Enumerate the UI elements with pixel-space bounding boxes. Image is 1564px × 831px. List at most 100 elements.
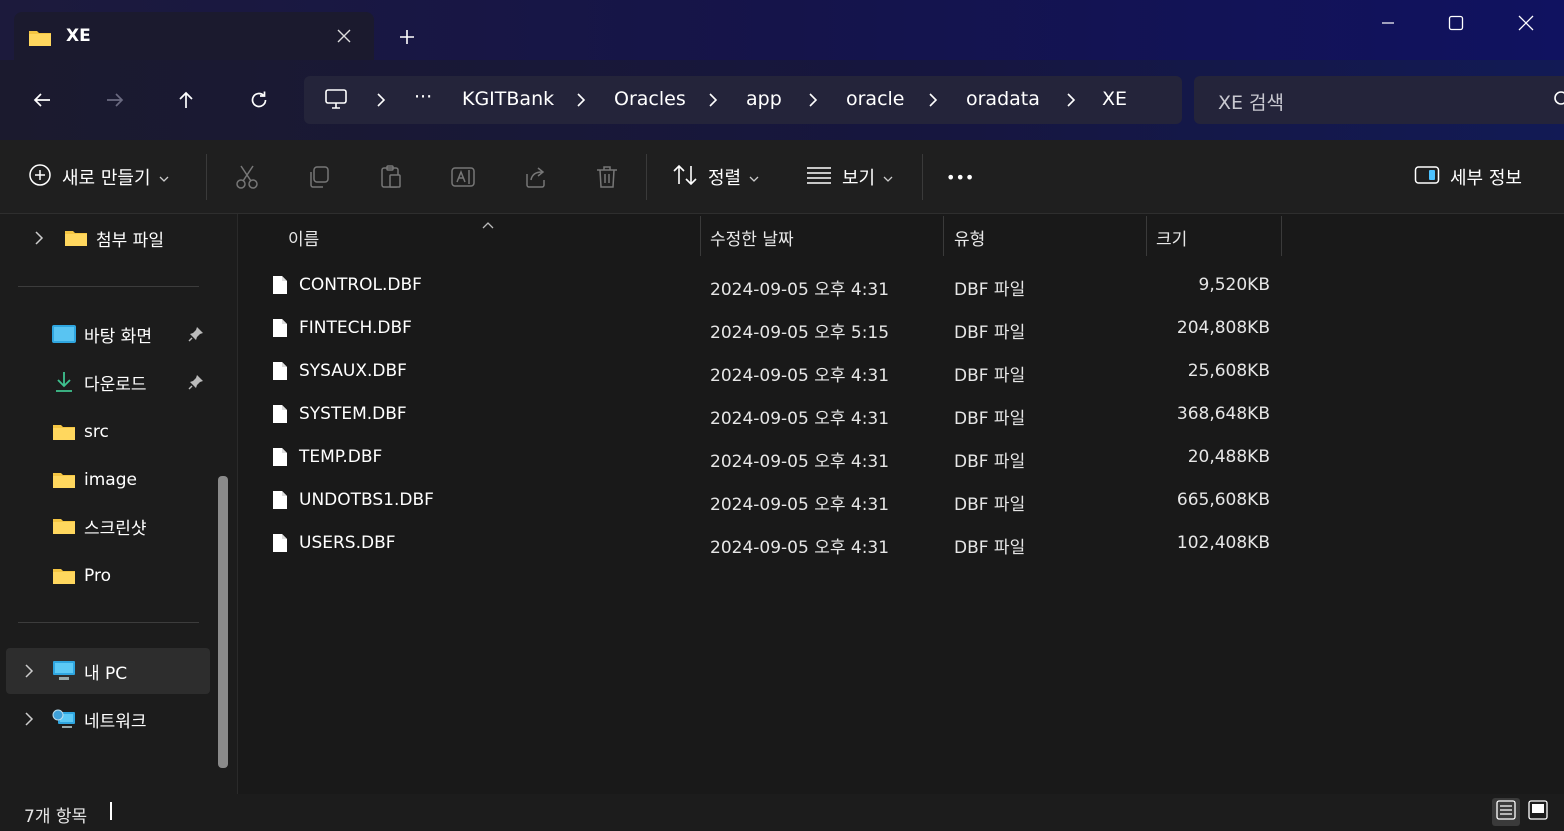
column-header-name[interactable]: 이름 xyxy=(288,214,319,260)
file-size: 25,608KB xyxy=(1187,361,1270,381)
file-size: 204,808KB xyxy=(1176,318,1270,338)
address-bar[interactable]: ··· KGITBank Oracles app oracle oradata … xyxy=(304,76,1182,124)
chevron-right-icon[interactable] xyxy=(32,228,46,248)
file-date: 2024-09-05 오후 4:31 xyxy=(710,366,890,386)
tiles-view-button[interactable] xyxy=(1524,798,1552,826)
file-date: 2024-09-05 오후 4:31 xyxy=(710,538,890,558)
new-tab-button[interactable] xyxy=(392,22,422,52)
refresh-button[interactable] xyxy=(243,84,275,116)
chevron-right-icon[interactable] xyxy=(22,661,36,681)
tab-xe[interactable]: XE xyxy=(14,12,374,60)
maximize-button[interactable] xyxy=(1436,8,1476,38)
chevron-right-icon[interactable] xyxy=(708,92,718,112)
breadcrumb-item[interactable]: oracle xyxy=(846,88,905,110)
chevron-right-icon[interactable] xyxy=(1066,92,1076,112)
tiles-view-icon xyxy=(1528,799,1548,825)
search-input[interactable]: XE 검색 xyxy=(1218,88,1284,115)
paste-icon[interactable] xyxy=(376,162,406,192)
column-header-type[interactable]: 유형 xyxy=(954,214,985,260)
table-row[interactable]: UNDOTBS1.DBF 2024-09-05 오후 4:31 DBF 파일 6… xyxy=(240,480,1564,523)
sidebar-item-pro[interactable]: Pro xyxy=(52,554,111,598)
breadcrumb-item[interactable]: app xyxy=(746,88,782,110)
table-row[interactable]: USERS.DBF 2024-09-05 오후 4:31 DBF 파일 102,… xyxy=(240,523,1564,566)
sidebar-item-this-pc[interactable]: 내 PC xyxy=(22,649,127,693)
rename-icon[interactable] xyxy=(448,162,478,192)
forward-button[interactable] xyxy=(99,84,131,116)
column-header-date[interactable]: 수정한 날짜 xyxy=(710,214,794,260)
sidebar-item-attachments[interactable]: 첨부 파일 xyxy=(32,216,164,260)
back-button[interactable] xyxy=(26,84,58,116)
folder-icon xyxy=(52,516,76,536)
file-type: DBF 파일 xyxy=(954,323,1026,343)
breadcrumb-current[interactable]: XE xyxy=(1102,88,1127,110)
view-list-icon xyxy=(806,165,832,190)
chevron-right-icon[interactable] xyxy=(928,92,938,112)
sidebar-item-network[interactable]: 네트워크 xyxy=(22,697,147,741)
item-count: 7개 항목 xyxy=(24,807,88,827)
chevron-down-icon xyxy=(883,167,893,188)
sidebar-item-label: 네트워크 xyxy=(84,711,147,732)
close-tab-icon[interactable] xyxy=(330,22,358,50)
chevron-right-icon[interactable] xyxy=(22,709,36,729)
minimize-button[interactable] xyxy=(1368,8,1408,38)
file-icon xyxy=(272,404,288,429)
share-icon[interactable] xyxy=(520,162,550,192)
table-row[interactable]: TEMP.DBF 2024-09-05 오후 4:31 DBF 파일 20,48… xyxy=(240,437,1564,480)
sidebar-item-label: 다운로드 xyxy=(84,374,147,395)
column-divider[interactable] xyxy=(1281,216,1282,256)
sidebar-scrollbar[interactable] xyxy=(218,476,228,768)
sidebar-item-screenshots[interactable]: 스크린샷 xyxy=(52,504,147,548)
column-divider[interactable] xyxy=(943,216,944,256)
file-date: 2024-09-05 오후 5:15 xyxy=(710,323,890,343)
delete-icon[interactable] xyxy=(592,162,622,192)
file-list: 이름 수정한 날짜 유형 크기 CONTROL.DBF 2024-09-05 오… xyxy=(240,214,1564,794)
sort-button[interactable]: 정렬 xyxy=(672,160,759,194)
pin-icon[interactable] xyxy=(188,374,207,395)
close-window-button[interactable] xyxy=(1506,8,1546,38)
more-options-button[interactable]: ••• xyxy=(946,160,974,194)
file-icon xyxy=(272,275,288,300)
breadcrumb-item[interactable]: Oracles xyxy=(614,88,686,110)
file-date: 2024-09-05 오후 4:31 xyxy=(710,409,890,429)
chevron-down-icon xyxy=(749,167,759,188)
breadcrumb-ellipsis[interactable]: ··· xyxy=(414,86,432,108)
sidebar-item-label: 첨부 파일 xyxy=(96,230,164,251)
table-row[interactable]: SYSAUX.DBF 2024-09-05 오후 4:31 DBF 파일 25,… xyxy=(240,351,1564,394)
sidebar-item-image[interactable]: image xyxy=(52,458,137,502)
column-divider[interactable] xyxy=(1146,216,1147,256)
chevron-right-icon[interactable] xyxy=(376,92,386,112)
file-icon xyxy=(272,490,288,515)
copy-icon[interactable] xyxy=(304,162,334,192)
file-size: 368,648KB xyxy=(1176,404,1270,424)
table-row[interactable]: CONTROL.DBF 2024-09-05 오후 4:31 DBF 파일 9,… xyxy=(240,265,1564,308)
breadcrumb-item[interactable]: KGITBank xyxy=(462,88,554,110)
chevron-right-icon[interactable] xyxy=(808,92,818,112)
column-header-size[interactable]: 크기 xyxy=(1156,214,1187,260)
search-box[interactable]: XE 검색 xyxy=(1194,76,1564,124)
new-button[interactable]: 새로 만들기 xyxy=(28,160,169,194)
pin-icon[interactable] xyxy=(188,326,207,347)
status-bar: 7개 항목 xyxy=(0,794,1564,831)
table-row[interactable]: SYSTEM.DBF 2024-09-05 오후 4:31 DBF 파일 368… xyxy=(240,394,1564,437)
new-button-label: 새로 만들기 xyxy=(62,168,151,189)
column-divider[interactable] xyxy=(700,216,701,256)
folder-icon xyxy=(52,566,76,586)
folder-icon xyxy=(28,28,52,53)
table-row[interactable]: FINTECH.DBF 2024-09-05 오후 5:15 DBF 파일 20… xyxy=(240,308,1564,351)
details-view-button[interactable] xyxy=(1492,798,1520,826)
chevron-right-icon[interactable] xyxy=(576,92,586,112)
details-pane-button[interactable]: 세부 정보 xyxy=(1414,160,1522,194)
file-type: DBF 파일 xyxy=(954,538,1026,558)
up-button[interactable] xyxy=(170,84,202,116)
file-type: DBF 파일 xyxy=(954,280,1026,300)
file-date: 2024-09-05 오후 4:31 xyxy=(710,495,890,515)
desktop-icon xyxy=(52,324,76,344)
this-pc-icon[interactable] xyxy=(324,88,348,115)
view-button[interactable]: 보기 xyxy=(806,160,893,194)
sidebar-item-src[interactable]: src xyxy=(52,410,109,454)
text-cursor xyxy=(110,802,112,820)
breadcrumb-item[interactable]: oradata xyxy=(966,88,1040,110)
file-type: DBF 파일 xyxy=(954,495,1026,515)
divider xyxy=(18,286,199,287)
cut-icon[interactable] xyxy=(232,162,262,192)
